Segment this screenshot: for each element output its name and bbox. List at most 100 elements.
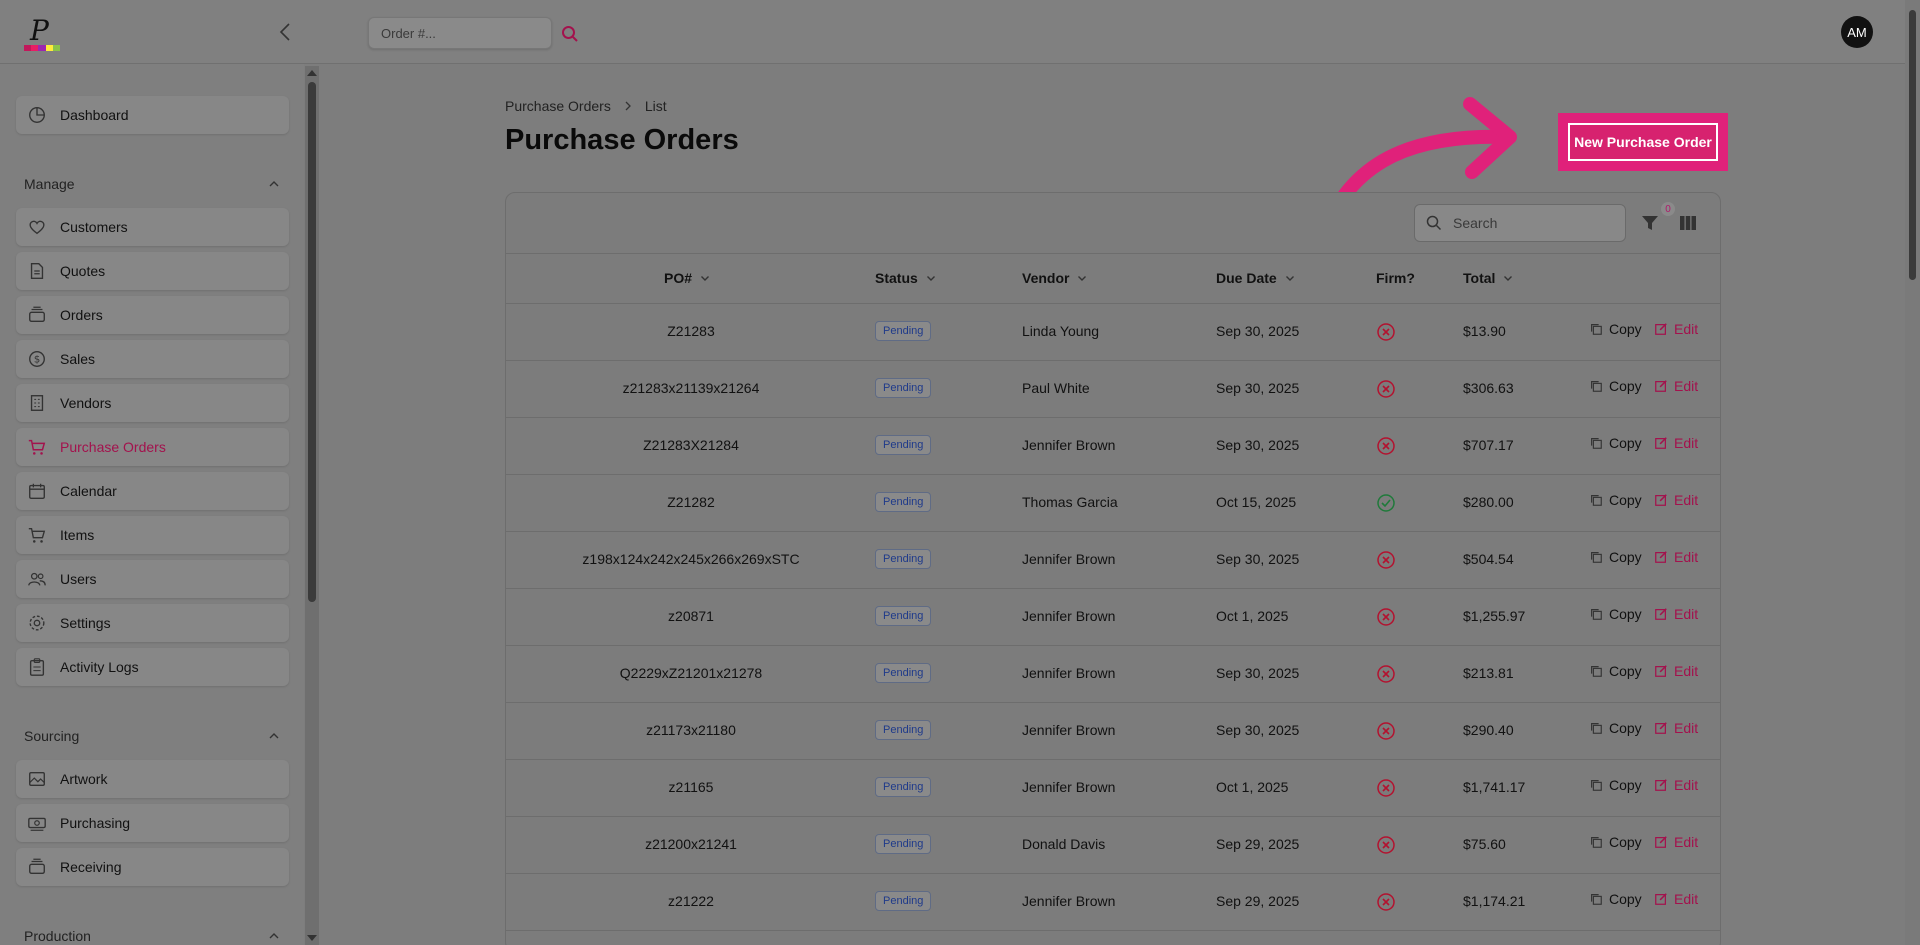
- avatar[interactable]: AM: [1841, 16, 1873, 48]
- total-amount: $707.17: [1463, 437, 1514, 453]
- section-manage-header[interactable]: Manage: [24, 174, 280, 194]
- copy-icon: [1591, 894, 1602, 905]
- new-purchase-order-button[interactable]: New Purchase Order: [1568, 123, 1718, 161]
- sidebar-item-purchasing[interactable]: Purchasing: [16, 804, 289, 842]
- edit-button[interactable]: Edit: [1654, 321, 1698, 337]
- edit-label: Edit: [1674, 720, 1699, 736]
- edit-button[interactable]: Edit: [1654, 435, 1698, 451]
- sidebar-item-receiving[interactable]: Receiving: [16, 848, 289, 886]
- sidebar-item-sales[interactable]: $ Sales: [16, 340, 289, 378]
- po-number[interactable]: Q2229xZ21201x21278: [506, 665, 876, 681]
- page-title: Purchase Orders: [505, 124, 739, 156]
- app-logo[interactable]: P: [22, 14, 62, 54]
- column-total[interactable]: Total: [1463, 270, 1513, 286]
- copy-button[interactable]: Copy: [1589, 321, 1642, 337]
- sidebar-item-purchase-orders[interactable]: Purchase Orders: [16, 428, 289, 466]
- sidebar-item-activity-logs[interactable]: Activity Logs: [16, 648, 289, 686]
- table-row[interactable]: z21165 Pending Jennifer Brown Oct 1, 2025 $1…: [506, 760, 1720, 817]
- due-date: Sep 30, 2025: [1216, 551, 1300, 567]
- vendor-name: Jennifer Brown: [1022, 665, 1116, 681]
- table-search[interactable]: [1414, 204, 1626, 242]
- copy-button[interactable]: Copy: [1589, 777, 1642, 793]
- sidebar-item-vendors[interactable]: Vendors: [16, 384, 289, 422]
- order-search-input[interactable]: [368, 17, 552, 49]
- sidebar-item-items[interactable]: Items: [16, 516, 289, 554]
- vendor-name: Paul White: [1022, 380, 1090, 396]
- table-row[interactable]: z20871 Pending Jennifer Brown Oct 1, 2025 $1…: [506, 589, 1720, 646]
- search-input[interactable]: [1453, 205, 1621, 241]
- po-number[interactable]: Z21283X21284: [506, 437, 876, 453]
- section-production-header[interactable]: Production: [24, 926, 280, 945]
- edit-button[interactable]: Edit: [1654, 549, 1698, 565]
- edit-icon: [1655, 380, 1667, 392]
- due-date: Oct 15, 2025: [1216, 494, 1297, 510]
- po-number[interactable]: z198x124x242x245x266x269xSTC: [506, 551, 876, 567]
- edit-button[interactable]: Edit: [1654, 492, 1698, 508]
- copy-button[interactable]: Copy: [1589, 720, 1642, 736]
- users-icon: [26, 568, 48, 590]
- sidebar-item-artwork[interactable]: Artwork: [16, 760, 289, 798]
- column-status[interactable]: Status: [875, 270, 936, 286]
- table-row[interactable]: Z21283X21284 Pending Jennifer Brown Sep 30,…: [506, 418, 1720, 475]
- filter-icon[interactable]: [1640, 213, 1660, 233]
- edit-button[interactable]: Edit: [1654, 663, 1698, 679]
- edit-button[interactable]: Edit: [1654, 606, 1698, 622]
- copy-button[interactable]: Copy: [1589, 834, 1642, 850]
- table-row[interactable]: z21173x21180 Pending Jennifer Brown Sep 30,…: [506, 703, 1720, 760]
- sidebar-item-customers[interactable]: Customers: [16, 208, 289, 246]
- breadcrumb-parent[interactable]: Purchase Orders: [505, 98, 611, 114]
- chevron-up-icon: [269, 181, 279, 187]
- sidebar-item-settings[interactable]: Settings: [16, 604, 289, 642]
- sidebar-item-orders[interactable]: Orders: [16, 296, 289, 334]
- section-sourcing-header[interactable]: Sourcing: [24, 726, 280, 746]
- table-row[interactable]: z21222 Pending Jennifer Brown Sep 29, 2025 $…: [506, 874, 1720, 931]
- collapse-sidebar-icon[interactable]: [274, 20, 298, 44]
- po-number[interactable]: Z21283: [506, 323, 876, 339]
- table-row[interactable]: Z21283 Pending Linda Young Sep 30, 2025 $13.…: [506, 304, 1720, 361]
- edit-button[interactable]: Edit: [1654, 834, 1698, 850]
- vendor-name: Linda Young: [1022, 323, 1100, 339]
- po-number[interactable]: z21222: [506, 893, 876, 909]
- po-number[interactable]: Z21282: [506, 494, 876, 510]
- sidebar-item-quotes[interactable]: Quotes: [16, 252, 289, 290]
- copy-button[interactable]: Copy: [1589, 549, 1642, 565]
- table-row[interactable]: z198x124x242x245x266x269xSTC Pending Jenni…: [506, 532, 1720, 589]
- copy-button[interactable]: Copy: [1589, 492, 1642, 508]
- edit-icon: [1655, 551, 1667, 563]
- edit-button[interactable]: Edit: [1654, 777, 1698, 793]
- copy-button[interactable]: Copy: [1589, 891, 1642, 907]
- po-number[interactable]: z21283x21139x21264: [506, 380, 876, 396]
- po-number[interactable]: z21173x21180: [506, 722, 876, 738]
- copy-button[interactable]: Copy: [1589, 435, 1642, 451]
- po-number[interactable]: z21200x21241: [506, 836, 876, 852]
- column-due-date[interactable]: Due Date: [1216, 270, 1295, 286]
- po-number[interactable]: z20871: [506, 608, 876, 624]
- edit-button[interactable]: Edit: [1654, 720, 1698, 736]
- edit-button[interactable]: Edit: [1654, 891, 1698, 907]
- sidebar-item-calendar[interactable]: Calendar: [16, 472, 289, 510]
- copy-button[interactable]: Copy: [1589, 663, 1642, 679]
- table-row[interactable]: z21200x21241 Pending Donald Davis Sep 29, 2…: [506, 817, 1720, 874]
- x-circle-icon: [1377, 722, 1395, 740]
- columns-icon[interactable]: [1678, 213, 1698, 233]
- sidebar-scrollbar[interactable]: [305, 66, 319, 945]
- cart-icon: [26, 436, 48, 458]
- sidebar-item-users[interactable]: Users: [16, 560, 289, 598]
- copy-button[interactable]: Copy: [1589, 606, 1642, 622]
- table-row[interactable]: Q2229xZ21201x21278 Pending Jennifer Brown S…: [506, 646, 1720, 703]
- column-vendor[interactable]: Vendor: [1022, 270, 1087, 286]
- sidebar-item-dashboard[interactable]: Dashboard: [16, 96, 289, 134]
- table-row[interactable]: Z21282 Pending Thomas Garcia Oct 15, 2025 $2…: [506, 475, 1720, 532]
- column-po[interactable]: PO#: [664, 270, 710, 286]
- po-number[interactable]: z21165: [506, 779, 876, 795]
- table-row[interactable]: z21283x21139x21264 Pending Paul White Sep 3…: [506, 361, 1720, 418]
- edit-button[interactable]: Edit: [1654, 378, 1698, 394]
- x-circle-icon: [1377, 779, 1395, 797]
- copy-button[interactable]: Copy: [1589, 378, 1642, 394]
- page-scrollbar[interactable]: [1905, 0, 1920, 945]
- x-circle-icon: [1377, 608, 1395, 626]
- search-icon[interactable]: [560, 24, 580, 44]
- edit-icon: [1655, 608, 1667, 620]
- status-badge: Pending: [875, 435, 932, 455]
- edit-label: Edit: [1674, 663, 1699, 679]
